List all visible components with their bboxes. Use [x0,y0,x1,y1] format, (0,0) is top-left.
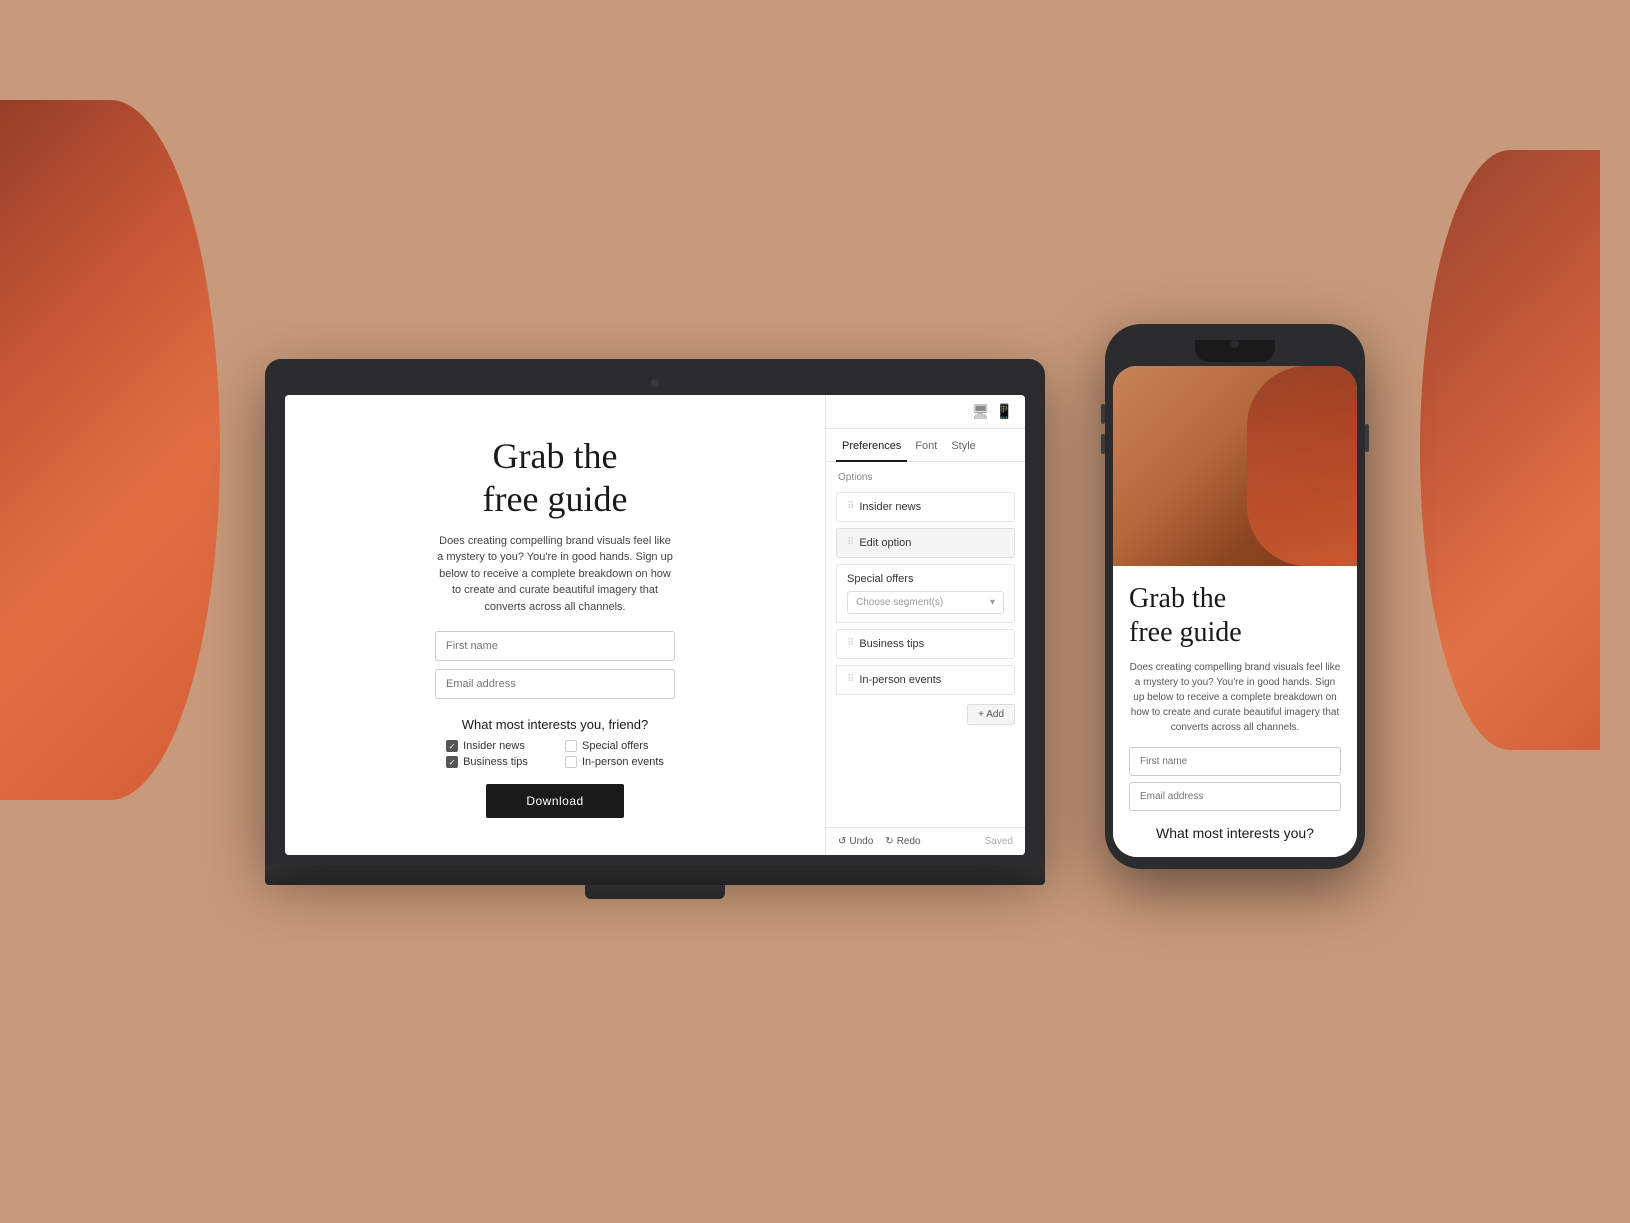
option-inperson-events[interactable]: ⠿ In-person events [836,665,1015,695]
laptop: Grab the free guide Does creating compel… [265,359,1045,899]
option-inperson-events-label: In-person events [859,674,941,686]
chevron-down-icon: ▾ [990,597,995,608]
option-edit-option[interactable]: ⠿ Edit option [836,528,1015,558]
tab-preferences[interactable]: Preferences [836,430,907,462]
bg-flower-right [1420,150,1600,750]
checkbox-inperson-events[interactable]: In-person events [565,756,664,768]
laptop-screen: Grab the free guide Does creating compel… [285,395,1025,855]
phone-flower-decoration [1247,366,1357,566]
phone-question: What most interests you? [1129,825,1341,841]
first-name-input[interactable] [435,631,675,661]
drag-dots-4: ⠿ [847,674,853,685]
phone-notch [1195,340,1275,362]
laptop-body: Grab the free guide Does creating compel… [265,359,1045,865]
tab-font[interactable]: Font [909,430,943,462]
view-icons-bar: 🖥 📱 [826,395,1025,429]
volume-down-button [1101,434,1105,454]
option-insider-news[interactable]: ⠿ Insider news [836,492,1015,522]
checkbox-insider-news-box[interactable]: ✓ [446,740,458,752]
option-business-tips-label: Business tips [859,638,924,650]
desktop-icon[interactable]: 🖥 [972,403,990,420]
checkbox-inperson-events-box[interactable] [565,756,577,768]
form-panel: Grab the free guide Does creating compel… [285,395,825,855]
bg-flower-left [0,100,220,800]
redo-label: Redo [897,836,921,847]
phone-title: Grab the free guide [1129,582,1341,649]
phone-email-input[interactable] [1129,782,1341,811]
scene: Grab the free guide Does creating compel… [265,324,1365,898]
phone-first-name-input[interactable] [1129,747,1341,776]
option-insider-news-label: Insider news [859,501,921,513]
special-offers-section: Special offers Choose segment(s) ▾ [836,564,1015,623]
drag-dots-1: ⠿ [847,501,853,512]
phone-hero-image [1113,366,1357,566]
checkbox-business-tips-label: Business tips [463,756,528,768]
checkbox-special-offers[interactable]: Special offers [565,740,664,752]
form-question: What most interests you, friend? [462,717,648,732]
saved-status: Saved [985,836,1013,847]
phone-body: Grab the free guide Does creating compel… [1105,324,1365,868]
left-buttons [1101,404,1105,454]
mobile-icon[interactable]: 📱 [996,403,1013,420]
undo-button[interactable]: ↺ Undo [838,836,873,847]
segment-dropdown-placeholder: Choose segment(s) [856,597,943,608]
preferences-panel: 🖥 📱 Preferences Font Style Options ⠿ Ins… [825,395,1025,855]
pref-bottom-bar: ↺ Undo ↻ Redo Saved [826,827,1025,855]
phone-screen: Grab the free guide Does creating compel… [1113,366,1357,856]
drag-dots-3: ⠿ [847,638,853,649]
phone: Grab the free guide Does creating compel… [1105,324,1365,868]
phone-subtitle: Does creating compelling brand visuals f… [1129,660,1341,735]
checkbox-grid: ✓ Insider news Special offers ✓ Business… [446,740,664,768]
option-business-tips[interactable]: ⠿ Business tips [836,629,1015,659]
download-button[interactable]: Download [486,784,623,818]
volume-up-button [1101,404,1105,424]
undo-icon: ↺ [838,836,846,847]
form-title: Grab the free guide [483,435,628,521]
tab-style[interactable]: Style [945,430,981,462]
checkbox-business-tips-box[interactable]: ✓ [446,756,458,768]
laptop-base [265,865,1045,885]
checkbox-insider-news-label: Insider news [463,740,525,752]
checkbox-special-offers-label: Special offers [582,740,648,752]
drag-dots-2: ⠿ [847,537,853,548]
option-edit-option-label: Edit option [859,537,911,549]
add-button[interactable]: + Add [967,704,1015,725]
laptop-stand [585,885,725,899]
email-input[interactable] [435,669,675,699]
options-label: Options [826,462,1025,489]
side-buttons [1365,424,1369,452]
checkbox-business-tips[interactable]: ✓ Business tips [446,756,545,768]
checkbox-inperson-events-label: In-person events [582,756,664,768]
special-offers-label: Special offers [847,573,1004,585]
redo-button[interactable]: ↻ Redo [885,836,920,847]
undo-label: Undo [849,836,873,847]
power-button [1365,424,1369,452]
preferences-tabs: Preferences Font Style [826,429,1025,462]
redo-icon: ↻ [885,836,893,847]
add-button-container: + Add [836,704,1015,725]
form-subtitle: Does creating compelling brand visuals f… [435,533,675,616]
checkbox-insider-news[interactable]: ✓ Insider news [446,740,545,752]
checkbox-special-offers-box[interactable] [565,740,577,752]
phone-content: Grab the free guide Does creating compel… [1113,566,1357,856]
phone-camera [1231,340,1239,348]
undo-redo-controls: ↺ Undo ↻ Redo [838,836,921,847]
segment-dropdown[interactable]: Choose segment(s) ▾ [847,591,1004,614]
laptop-camera [651,379,659,387]
